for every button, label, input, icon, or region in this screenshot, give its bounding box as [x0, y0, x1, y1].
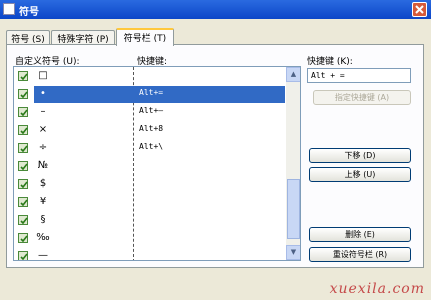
- close-button[interactable]: [412, 2, 427, 17]
- arrow-up-icon: ▲: [290, 70, 297, 78]
- window-title: 符号: [19, 7, 39, 18]
- symbol-glyph: ‰: [36, 232, 50, 243]
- checkmark-icon: [20, 235, 28, 243]
- symbol-glyph: —: [38, 250, 48, 261]
- checkbox[interactable]: [18, 251, 28, 260]
- shortcut-text: Alt+–: [139, 106, 164, 115]
- symbol-glyph: ×: [38, 124, 48, 135]
- checkmark-icon: [20, 127, 28, 135]
- tab-symbols[interactable]: 符号 (S): [6, 30, 50, 45]
- scroll-down-button[interactable]: ▼: [286, 245, 300, 260]
- tab-label: 符号栏 (T): [123, 34, 167, 44]
- symbol-glyph: §: [40, 214, 46, 225]
- checkbox[interactable]: [18, 215, 28, 225]
- list-item[interactable]: —: [14, 248, 286, 261]
- watermark: xuexila.com: [329, 281, 425, 297]
- symbol-glyph: –: [40, 106, 46, 117]
- checkbox[interactable]: [18, 125, 28, 135]
- checkmark-icon: [20, 253, 28, 260]
- checkbox[interactable]: [18, 197, 28, 207]
- checkmark-icon: [20, 109, 28, 117]
- move-down-button[interactable]: 下移 (D): [309, 148, 411, 163]
- list-item[interactable]: • Alt+=: [14, 86, 286, 103]
- scroll-up-button[interactable]: ▲: [286, 67, 300, 82]
- checkbox[interactable]: [18, 89, 28, 99]
- symbol-glyph: •: [40, 88, 46, 99]
- checkbox[interactable]: [18, 233, 28, 243]
- app-icon: [3, 3, 15, 15]
- close-icon: [415, 5, 424, 14]
- list-item[interactable]: – Alt+–: [14, 104, 286, 121]
- shortcut-key-input[interactable]: Alt + =: [307, 68, 411, 83]
- shortcut-key-label: 快捷键 (K):: [307, 57, 353, 67]
- checkmark-icon: [20, 73, 28, 81]
- checkmark-icon: [20, 145, 28, 153]
- checkbox[interactable]: [18, 71, 28, 81]
- list-item[interactable]: × Alt+8: [14, 122, 286, 139]
- arrow-down-icon: ▼: [290, 248, 297, 256]
- checkbox[interactable]: [18, 143, 28, 153]
- checkbox[interactable]: [18, 161, 28, 171]
- tab-special-chars[interactable]: 特殊字符 (P): [51, 30, 115, 45]
- symbol-glyph: №: [37, 160, 49, 171]
- shortcut-text: Alt+8: [139, 124, 164, 133]
- shortcut-text: Alt+\: [139, 142, 164, 151]
- title-bar: 符号: [0, 0, 431, 19]
- list-item[interactable]: $: [14, 176, 286, 193]
- checkmark-icon: [20, 217, 28, 225]
- list-item[interactable]: §: [14, 212, 286, 229]
- list-item[interactable]: □: [14, 68, 286, 85]
- assign-shortcut-button[interactable]: 指定快捷键 (A): [313, 90, 411, 105]
- reset-symbol-bar-button[interactable]: 重设符号栏 (R): [309, 247, 411, 262]
- list-item[interactable]: ¥: [14, 194, 286, 211]
- vertical-scrollbar[interactable]: ▲ ▼: [286, 67, 300, 260]
- shortcut-text: Alt+=: [139, 88, 164, 97]
- list-item[interactable]: №: [14, 158, 286, 175]
- tab-symbol-bar[interactable]: 符号栏 (T): [116, 28, 174, 46]
- checkmark-icon: [20, 199, 28, 207]
- tab-bar: 符号 (S) 特殊字符 (P) 符号栏 (T): [6, 28, 426, 46]
- checkmark-icon: [20, 91, 28, 99]
- move-up-button[interactable]: 上移 (U): [309, 167, 411, 182]
- symbol-glyph: ¥: [39, 196, 47, 207]
- checkbox[interactable]: [18, 179, 28, 189]
- symbol-glyph: □: [38, 70, 48, 81]
- symbol-glyph: $: [39, 178, 47, 189]
- symbol-list[interactable]: □ • Alt+= – Alt+– × Alt+8 ÷ Alt+\ № $ ¥: [13, 66, 301, 261]
- checkmark-icon: [20, 181, 28, 189]
- delete-button[interactable]: 删除 (E): [309, 227, 411, 242]
- checkmark-icon: [20, 163, 28, 171]
- symbol-glyph: ÷: [38, 142, 48, 153]
- list-item[interactable]: ÷ Alt+\: [14, 140, 286, 157]
- list-item[interactable]: ‰: [14, 230, 286, 247]
- checkbox[interactable]: [18, 107, 28, 117]
- scroll-thumb[interactable]: [287, 179, 300, 239]
